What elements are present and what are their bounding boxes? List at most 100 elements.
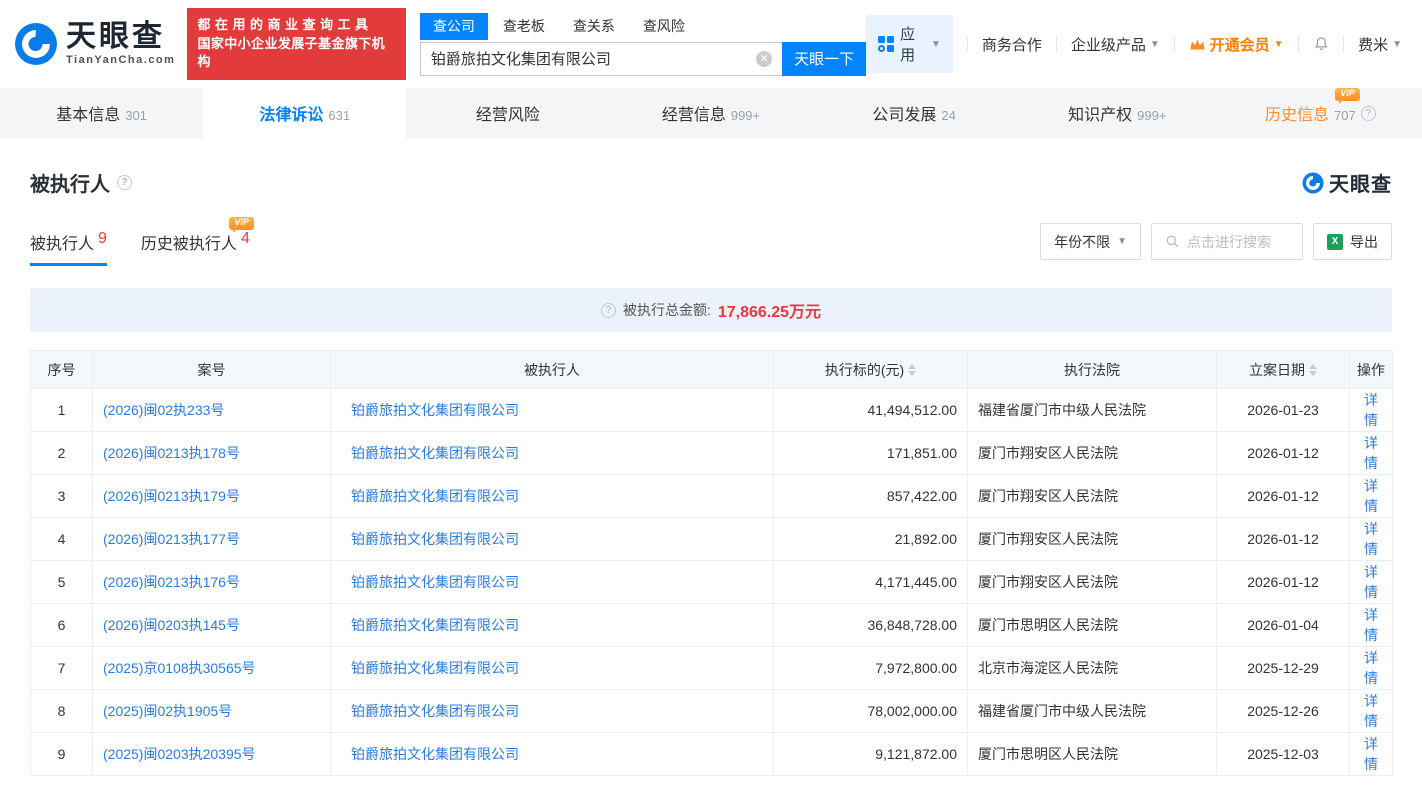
court-cell: 厦门市思明区人民法院	[968, 733, 1217, 776]
detail-link[interactable]: 详情	[1364, 736, 1378, 772]
search-button[interactable]: 天眼一下	[782, 42, 866, 76]
enterprise-label: 企业级产品	[1071, 34, 1146, 55]
user-menu[interactable]: 费米 ▼	[1358, 34, 1402, 55]
action-cell: 详情	[1350, 604, 1393, 647]
apps-menu-button[interactable]: 应用 ▼	[866, 15, 953, 73]
detail-link[interactable]: 详情	[1364, 435, 1378, 471]
case-number-link[interactable]: (2026)闽0213执179号	[103, 488, 240, 504]
filing-date-cell: 2025-12-29	[1217, 647, 1350, 690]
column-header-label: 执行法院	[1064, 360, 1120, 380]
tab-7[interactable]: 历史信息707VIP?	[1219, 88, 1422, 138]
executed-person-cell: 铂爵旅拍文化集团有限公司	[331, 647, 774, 690]
export-label: 导出	[1350, 232, 1378, 252]
executed-person-link[interactable]: 铂爵旅拍文化集团有限公司	[351, 617, 519, 633]
column-header[interactable]: 执行标的(元)	[774, 351, 968, 389]
slogan-banner: 都在用的商业查询工具 国家中小企业发展子基金旗下机构	[187, 8, 405, 81]
tab-count: 999+	[1137, 108, 1166, 123]
sort-icon[interactable]	[908, 364, 916, 376]
help-icon[interactable]: ?	[1361, 106, 1376, 121]
column-header-label: 案号	[198, 360, 226, 380]
search-tab[interactable]: 查关系	[560, 13, 628, 40]
subtab-1[interactable]: 被执行人9	[30, 230, 107, 266]
tab-5[interactable]: 公司发展24	[813, 88, 1016, 138]
court-cell: 厦门市翔安区人民法院	[968, 518, 1217, 561]
executed-person-link[interactable]: 铂爵旅拍文化集团有限公司	[351, 703, 519, 719]
executed-person-cell: 铂爵旅拍文化集团有限公司	[331, 518, 774, 561]
detail-link[interactable]: 详情	[1364, 392, 1378, 428]
executed-person-link[interactable]: 铂爵旅拍文化集团有限公司	[351, 660, 519, 676]
export-button[interactable]: X 导出	[1313, 223, 1392, 260]
clear-search-icon[interactable]: ✕	[756, 51, 772, 67]
column-header[interactable]: 立案日期	[1217, 351, 1350, 389]
tab-4[interactable]: 经营信息999+	[609, 88, 812, 138]
detail-link[interactable]: 详情	[1364, 478, 1378, 514]
executed-person-cell: 铂爵旅拍文化集团有限公司	[331, 432, 774, 475]
executed-person-link[interactable]: 铂爵旅拍文化集团有限公司	[351, 531, 519, 547]
case-number-link[interactable]: (2025)闽02执1905号	[103, 703, 232, 719]
case-number-link[interactable]: (2025)闽0203执20395号	[103, 746, 256, 762]
search-tab[interactable]: 查公司	[420, 13, 488, 40]
detail-link[interactable]: 详情	[1364, 607, 1378, 643]
tianyancha-logo[interactable]: 天眼查 TianYanCha.com	[14, 22, 175, 66]
search-input[interactable]	[420, 42, 782, 76]
year-filter-dropdown[interactable]: 年份不限 ▼	[1040, 223, 1141, 260]
search-tab[interactable]: 查老板	[490, 13, 558, 40]
executed-person-link[interactable]: 铂爵旅拍文化集团有限公司	[351, 445, 519, 461]
detail-link[interactable]: 详情	[1364, 564, 1378, 600]
sort-icon[interactable]	[1309, 364, 1317, 376]
case-number-link[interactable]: (2026)闽0203执145号	[103, 617, 240, 633]
inline-search-placeholder: 点击进行搜索	[1187, 232, 1271, 252]
executed-person-cell: 铂爵旅拍文化集团有限公司	[331, 690, 774, 733]
table-row: 8(2025)闽02执1905号铂爵旅拍文化集团有限公司78,002,000.0…	[31, 690, 1393, 733]
case-number-link[interactable]: (2026)闽02执233号	[103, 402, 224, 418]
subtab-2[interactable]: 历史被执行人4VIP	[141, 230, 250, 266]
chevron-down-icon: ▼	[1392, 39, 1402, 50]
amount-cell: 9,121,872.00	[774, 733, 968, 776]
tab-1[interactable]: 基本信息301	[0, 88, 203, 138]
detail-link[interactable]: 详情	[1364, 650, 1378, 686]
court-cell: 厦门市翔安区人民法院	[968, 432, 1217, 475]
subtab-label: 被执行人	[30, 230, 94, 254]
case-number-cell: (2026)闽0213执178号	[93, 432, 331, 475]
detail-link[interactable]: 详情	[1364, 693, 1378, 729]
case-number-link[interactable]: (2026)闽0213执178号	[103, 445, 240, 461]
amount-cell: 171,851.00	[774, 432, 968, 475]
table-row: 1(2026)闽02执233号铂爵旅拍文化集团有限公司41,494,512.00…	[31, 389, 1393, 432]
chevron-down-icon: ▼	[1117, 236, 1127, 247]
executed-person-link[interactable]: 铂爵旅拍文化集团有限公司	[351, 574, 519, 590]
executed-person-link[interactable]: 铂爵旅拍文化集团有限公司	[351, 488, 519, 504]
tab-label: 经营信息	[662, 101, 726, 125]
case-number-link[interactable]: (2026)闽0213执177号	[103, 531, 240, 547]
nav-cooperation[interactable]: 商务合作	[982, 34, 1042, 55]
case-number-cell: (2026)闽0213执177号	[93, 518, 331, 561]
chevron-down-icon: ▼	[931, 39, 941, 50]
case-number-link[interactable]: (2025)京0108执30565号	[103, 660, 256, 676]
nav-open-vip[interactable]: 开通会员 ▼	[1189, 34, 1284, 55]
search-tab[interactable]: 查风险	[630, 13, 698, 40]
case-number-cell: (2026)闽0213执176号	[93, 561, 331, 604]
tab-6[interactable]: 知识产权999+	[1016, 88, 1219, 138]
summary-amount: 17,866.25万元	[718, 298, 821, 322]
tab-label: 经营风险	[476, 101, 540, 125]
row-number-cell: 8	[31, 690, 93, 733]
detail-link[interactable]: 详情	[1364, 521, 1378, 557]
executed-person-cell: 铂爵旅拍文化集团有限公司	[331, 733, 774, 776]
executed-person-link[interactable]: 铂爵旅拍文化集团有限公司	[351, 402, 519, 418]
help-icon[interactable]: ?	[117, 175, 132, 190]
column-header-label: 被执行人	[524, 360, 580, 380]
executed-person-link[interactable]: 铂爵旅拍文化集团有限公司	[351, 746, 519, 762]
row-number-cell: 3	[31, 475, 93, 518]
inline-search-box[interactable]: 点击进行搜索	[1151, 223, 1303, 260]
nav-enterprise[interactable]: 企业级产品 ▼	[1071, 34, 1160, 55]
case-number-link[interactable]: (2026)闽0213执176号	[103, 574, 240, 590]
action-cell: 详情	[1350, 518, 1393, 561]
action-cell: 详情	[1350, 690, 1393, 733]
content: 被执行人 ? 天眼查 被执行人9历史被执行人4VIP 年份不限 ▼	[0, 168, 1422, 776]
apps-grid-icon	[878, 36, 894, 52]
tab-3[interactable]: 经营风险	[406, 88, 609, 138]
notification-bell-icon[interactable]	[1313, 35, 1330, 53]
column-header-label: 序号	[48, 360, 76, 380]
tab-2[interactable]: 法律诉讼631	[203, 88, 406, 138]
row-number-cell: 4	[31, 518, 93, 561]
help-icon[interactable]: ?	[601, 303, 616, 318]
